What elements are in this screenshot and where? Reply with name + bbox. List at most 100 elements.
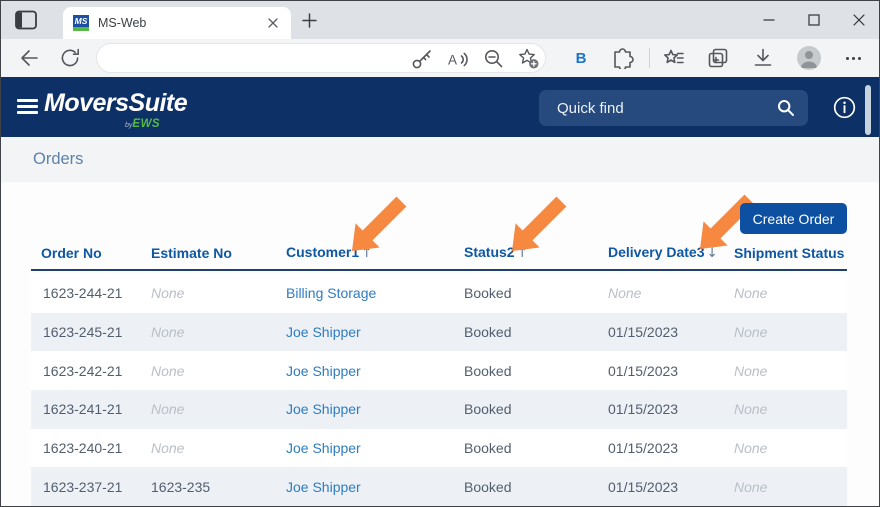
column-header-shipment-status[interactable]: Shipment Status bbox=[732, 245, 847, 261]
tab-close-icon[interactable] bbox=[265, 15, 281, 31]
window-minimize-icon[interactable] bbox=[751, 3, 787, 36]
read-aloud-icon[interactable]: A bbox=[447, 48, 469, 70]
bing-chat-icon[interactable]: B bbox=[570, 47, 592, 69]
browser-tab-strip: MS MS-Web bbox=[1, 1, 879, 39]
window-close-icon[interactable] bbox=[841, 3, 877, 36]
cell-order-no: 1623-237-21 bbox=[43, 478, 123, 495]
new-tab-icon[interactable] bbox=[301, 12, 318, 29]
page-title: Orders bbox=[33, 150, 84, 168]
quick-find-input[interactable] bbox=[557, 94, 767, 122]
cell-order-no: 1623-245-21 bbox=[43, 324, 123, 341]
column-label: Order No bbox=[41, 245, 102, 261]
cell-shipment-status: None bbox=[734, 285, 768, 302]
cell-status: Booked bbox=[464, 440, 512, 457]
app-logo-brand: byEWS bbox=[125, 118, 161, 130]
app-header: MoversSuite byEWS bbox=[1, 77, 879, 137]
cell-shipment-status: None bbox=[734, 324, 768, 341]
cell-status: Booked bbox=[464, 478, 512, 495]
column-label: Shipment Status bbox=[734, 245, 845, 261]
column-label: Status bbox=[464, 244, 507, 260]
cell-status: Booked bbox=[464, 362, 512, 379]
cell-delivery-date: 01/15/2023 bbox=[608, 478, 679, 495]
cell-customer[interactable]: Billing Storage bbox=[286, 285, 376, 301]
collections-icon[interactable] bbox=[707, 47, 729, 69]
cell-delivery-date: 01/15/2023 bbox=[608, 440, 679, 457]
favicon-text: MS bbox=[74, 16, 88, 26]
column-header-delivery-date[interactable]: Delivery Date3 ↓ bbox=[606, 244, 732, 261]
cell-delivery-date: 01/15/2023 bbox=[608, 362, 679, 379]
browser-window: MS MS-Web A B MoversSuite byEWS Quick fi… bbox=[0, 0, 880, 507]
table-row: 1623-237-21 1623-235 Joe Shipper Booked 01/1… bbox=[31, 467, 847, 506]
quick-find-box[interactable] bbox=[539, 90, 808, 126]
cell-shipment-status: None bbox=[734, 401, 768, 418]
add-favorite-icon[interactable] bbox=[518, 48, 540, 70]
vertical-scrollbar-thumb[interactable] bbox=[865, 85, 871, 135]
cell-shipment-status: None bbox=[734, 362, 768, 379]
menu-hamburger-icon[interactable] bbox=[17, 99, 38, 114]
create-order-button[interactable]: Create Order bbox=[740, 203, 847, 234]
extensions-icon[interactable] bbox=[612, 47, 634, 69]
table-row: 1623-245-21 None Joe Shipper Booked 01/15/20… bbox=[31, 312, 847, 352]
table-row: 1623-242-21 None Joe Shipper Booked 01/15/20… bbox=[31, 351, 847, 391]
zoom-out-icon[interactable] bbox=[483, 48, 505, 70]
profile-avatar[interactable] bbox=[797, 46, 821, 70]
cell-delivery-date: None bbox=[608, 285, 642, 302]
cell-order-no: 1623-242-21 bbox=[43, 362, 123, 379]
cell-order-no: 1623-244-21 bbox=[43, 285, 123, 302]
cell-order-no: 1623-241-21 bbox=[43, 401, 123, 418]
table-row: 1623-244-21 None Billing Storage Booked None… bbox=[31, 274, 847, 313]
favorites-hub-icon[interactable] bbox=[663, 47, 685, 69]
search-icon[interactable] bbox=[777, 99, 795, 122]
tab-title: MS-Web bbox=[98, 16, 147, 30]
more-options-icon[interactable] bbox=[842, 47, 864, 69]
cell-customer[interactable]: Joe Shipper bbox=[286, 401, 361, 417]
refresh-icon[interactable] bbox=[59, 47, 81, 69]
cell-estimate-no: None bbox=[151, 324, 185, 341]
cell-order-no: 1623-240-21 bbox=[43, 440, 123, 457]
back-icon[interactable] bbox=[18, 47, 40, 69]
orders-page-content: Create Order Order No Estimate No Customer… bbox=[1, 182, 879, 506]
cell-status: Booked bbox=[464, 401, 512, 418]
cell-estimate-no: 1623-235 bbox=[151, 478, 211, 495]
svg-text:A: A bbox=[448, 53, 457, 68]
sort-descending-icon: ↓ bbox=[706, 245, 718, 261]
cell-shipment-status: None bbox=[734, 478, 768, 495]
sort-rank-badge: 3 bbox=[696, 244, 705, 260]
browser-toolbar: A B bbox=[1, 39, 879, 77]
page-title-bar: Orders bbox=[1, 137, 879, 182]
column-label: Estimate No bbox=[151, 245, 232, 261]
password-key-icon[interactable] bbox=[411, 48, 433, 70]
cell-customer[interactable]: Joe Shipper bbox=[286, 363, 361, 379]
info-icon[interactable] bbox=[833, 96, 856, 119]
window-maximize-icon[interactable] bbox=[796, 3, 832, 36]
address-bar[interactable]: A bbox=[96, 43, 546, 73]
table-row: 1623-241-21 None Joe Shipper Booked 01/15/20… bbox=[31, 390, 847, 429]
table-header-row: Order No Estimate No Customer1 ↑ Status2 ↑ Del… bbox=[31, 237, 847, 271]
ms-web-favicon: MS bbox=[73, 15, 89, 31]
column-header-customer[interactable]: Customer1 ↑ bbox=[284, 244, 462, 261]
vertical-tabs-icon[interactable] bbox=[14, 9, 38, 31]
cell-estimate-no: None bbox=[151, 285, 185, 302]
sort-ascending-icon: ↑ bbox=[516, 245, 528, 261]
toolbar-divider bbox=[649, 48, 650, 68]
column-header-status[interactable]: Status2 ↑ bbox=[462, 244, 606, 261]
downloads-icon[interactable] bbox=[752, 47, 774, 69]
table-row: 1623-240-21 None Joe Shipper Booked 01/15/20… bbox=[31, 428, 847, 468]
cell-status: Booked bbox=[464, 285, 512, 302]
cell-customer[interactable]: Joe Shipper bbox=[286, 324, 361, 340]
cell-delivery-date: 01/15/2023 bbox=[608, 401, 679, 418]
address-input[interactable] bbox=[113, 46, 393, 70]
sort-rank-badge: 2 bbox=[506, 244, 515, 260]
cell-delivery-date: 01/15/2023 bbox=[608, 324, 679, 341]
cell-customer[interactable]: Joe Shipper bbox=[286, 440, 361, 456]
cell-estimate-no: None bbox=[151, 440, 185, 457]
column-header-order-no[interactable]: Order No bbox=[31, 245, 149, 261]
cell-customer[interactable]: Joe Shipper bbox=[286, 479, 361, 495]
table-body: 1623-244-21 None Billing Storage Booked None… bbox=[31, 274, 847, 506]
browser-tab[interactable]: MS MS-Web bbox=[63, 7, 291, 39]
cell-estimate-no: None bbox=[151, 362, 185, 379]
cell-estimate-no: None bbox=[151, 401, 185, 418]
app-logo: MoversSuite bbox=[44, 89, 188, 117]
column-header-estimate-no[interactable]: Estimate No bbox=[149, 245, 284, 261]
sort-rank-badge: 1 bbox=[351, 244, 360, 260]
